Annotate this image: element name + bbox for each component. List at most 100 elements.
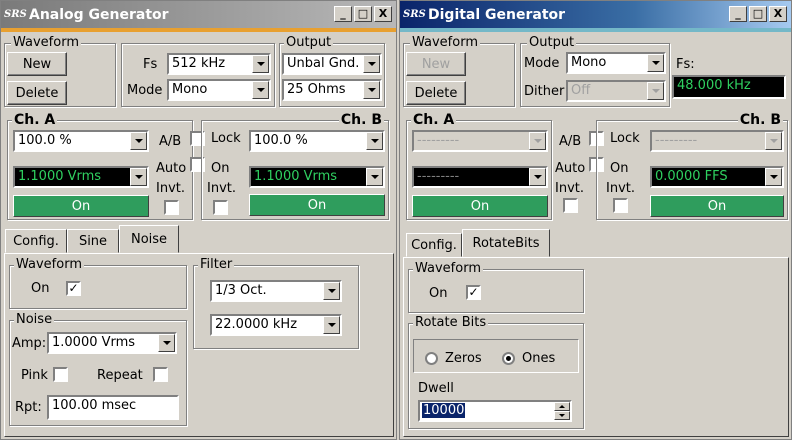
delete-waveform-button[interactable]: Delete xyxy=(7,81,67,105)
filter-group: Filter xyxy=(193,257,359,349)
ch-a-level-select[interactable]: --------- xyxy=(412,130,548,152)
ch-a-amplitude-select[interactable]: 1.1000 Vrms xyxy=(13,166,149,188)
delete-waveform-button[interactable]: Delete xyxy=(406,81,466,105)
chevron-down-icon[interactable] xyxy=(323,282,340,300)
noise-label: Noise xyxy=(14,312,55,327)
noise-waveform-label: Waveform xyxy=(14,257,84,272)
chevron-down-icon[interactable] xyxy=(529,132,546,150)
chevron-down-icon[interactable] xyxy=(130,168,147,186)
close-button[interactable]: X xyxy=(374,6,392,22)
ch-b-level-select[interactable]: --------- xyxy=(650,130,784,152)
minimize-button[interactable]: _ xyxy=(334,6,352,22)
minimize-button[interactable]: _ xyxy=(729,6,747,22)
auto-label: Auto xyxy=(555,161,586,176)
chevron-down-icon[interactable] xyxy=(363,81,380,99)
mode-select[interactable]: Mono xyxy=(167,79,271,101)
output-type-select[interactable]: Unbal Gnd. xyxy=(282,53,382,75)
ch-b-on-button[interactable]: On xyxy=(249,194,385,216)
channel-a-label: Ch. A xyxy=(12,112,58,128)
maximize-button[interactable]: □ xyxy=(749,6,767,22)
spin-down-icon[interactable] xyxy=(554,411,570,420)
tab-config[interactable]: Config. xyxy=(406,233,462,257)
fs-value: 512 kHz xyxy=(172,56,226,71)
ch-b-on-button[interactable]: On xyxy=(650,195,784,217)
fs-label: Fs: xyxy=(676,57,695,72)
title-accent-bar xyxy=(1,28,396,32)
ch-a-level-select[interactable]: 100.0 % xyxy=(13,130,149,152)
rpt-label: Rpt: xyxy=(15,400,42,415)
ch-a-on-button[interactable]: On xyxy=(13,195,149,217)
fs-select[interactable]: 512 kHz xyxy=(167,53,271,75)
noise-amp-value: 1.0000 Vrms xyxy=(52,335,136,350)
ones-radio[interactable] xyxy=(502,352,515,365)
ch-b-level-select[interactable]: 100.0 % xyxy=(249,130,385,152)
mode-label: Mode xyxy=(524,56,560,71)
noise-waveform-on-checkbox[interactable]: ✓ xyxy=(66,281,81,296)
fs-label: Fs xyxy=(143,57,158,72)
rotate-waveform-on-checkbox[interactable]: ✓ xyxy=(466,285,481,300)
chevron-down-icon[interactable] xyxy=(765,168,782,186)
ch-a-on-button[interactable]: On xyxy=(412,195,548,217)
maximize-button[interactable]: □ xyxy=(354,6,372,22)
ch-b-amplitude-select[interactable]: 0.0000 FFS xyxy=(650,166,784,188)
noise-waveform-on-label: On xyxy=(31,281,50,296)
close-button[interactable]: X xyxy=(769,6,787,22)
chevron-down-icon[interactable] xyxy=(366,168,383,186)
channel-b-label: Ch. B xyxy=(737,112,783,128)
mode-select[interactable]: Mono xyxy=(566,52,666,74)
window-title: Analog Generator xyxy=(29,6,169,23)
chevron-down-icon[interactable] xyxy=(252,55,269,73)
tab-rotatebits[interactable]: RotateBits xyxy=(462,229,550,257)
output-impedance-value: 25 Ohms xyxy=(287,82,346,97)
output-group-label: Output xyxy=(527,35,577,50)
title-bar[interactable]: SRS Digital Generator _ □ X xyxy=(400,1,791,28)
ch-a-amplitude-select[interactable]: --------- xyxy=(412,166,548,188)
waveform-group-label: Waveform xyxy=(11,35,81,50)
mode-value: Mono xyxy=(571,55,607,70)
ones-label: Ones xyxy=(522,351,556,366)
srs-logo-icon: SRS xyxy=(403,9,426,20)
amp-label: Amp: xyxy=(12,336,47,351)
repeat-checkbox[interactable] xyxy=(153,367,168,382)
tab-noise[interactable]: Noise xyxy=(119,225,179,253)
chevron-down-icon[interactable] xyxy=(765,132,782,150)
ch-a-invert-label: Invt. xyxy=(156,181,185,196)
filter-frequency-value: 22.0000 kHz xyxy=(215,317,298,332)
pink-label: Pink xyxy=(21,368,48,383)
spin-up-icon[interactable] xyxy=(554,402,570,411)
mode-label: Mode xyxy=(127,83,163,98)
ab-label: A/B xyxy=(559,134,582,149)
chevron-down-icon[interactable] xyxy=(529,168,546,186)
chevron-down-icon[interactable] xyxy=(647,82,664,100)
zeros-label: Zeros xyxy=(445,351,482,366)
dwell-spinner[interactable]: 10000 xyxy=(418,400,572,422)
noise-amp-select[interactable]: 1.0000 Vrms xyxy=(47,332,177,354)
ch-a-invert-checkbox[interactable] xyxy=(164,200,179,215)
ch-b-level-value: --------- xyxy=(655,133,698,148)
filter-type-select[interactable]: 1/3 Oct. xyxy=(210,280,342,302)
rpt-input[interactable]: 100.00 msec xyxy=(47,395,179,420)
tab-sine[interactable]: Sine xyxy=(67,229,119,253)
tab-config[interactable]: Config. xyxy=(5,229,67,253)
ch-a-level-value: 100.0 % xyxy=(18,133,72,148)
title-bar[interactable]: SRS Analog Generator _ □ X xyxy=(1,1,396,28)
zeros-radio[interactable] xyxy=(425,352,438,365)
pink-checkbox[interactable] xyxy=(53,367,68,382)
rotate-bits-label: Rotate Bits xyxy=(413,315,489,330)
new-waveform-button[interactable]: New xyxy=(406,52,466,76)
dither-select[interactable]: Off xyxy=(566,80,666,102)
chevron-down-icon[interactable] xyxy=(130,132,147,150)
analog-generator-window: SRS Analog Generator _ □ X Waveform New … xyxy=(0,0,397,440)
output-impedance-select[interactable]: 25 Ohms xyxy=(282,79,382,101)
chevron-down-icon[interactable] xyxy=(647,54,664,72)
filter-frequency-select[interactable]: 22.0000 kHz xyxy=(210,314,342,336)
chevron-down-icon[interactable] xyxy=(323,316,340,334)
chevron-down-icon[interactable] xyxy=(252,81,269,99)
ch-b-amplitude-value: 0.0000 FFS xyxy=(655,169,728,184)
new-waveform-button[interactable]: New xyxy=(7,52,67,76)
chevron-down-icon[interactable] xyxy=(158,334,175,352)
ch-a-invert-checkbox[interactable] xyxy=(563,198,578,213)
chevron-down-icon[interactable] xyxy=(366,132,383,150)
ch-b-amplitude-select[interactable]: 1.1000 Vrms xyxy=(249,166,385,188)
chevron-down-icon[interactable] xyxy=(363,55,380,73)
